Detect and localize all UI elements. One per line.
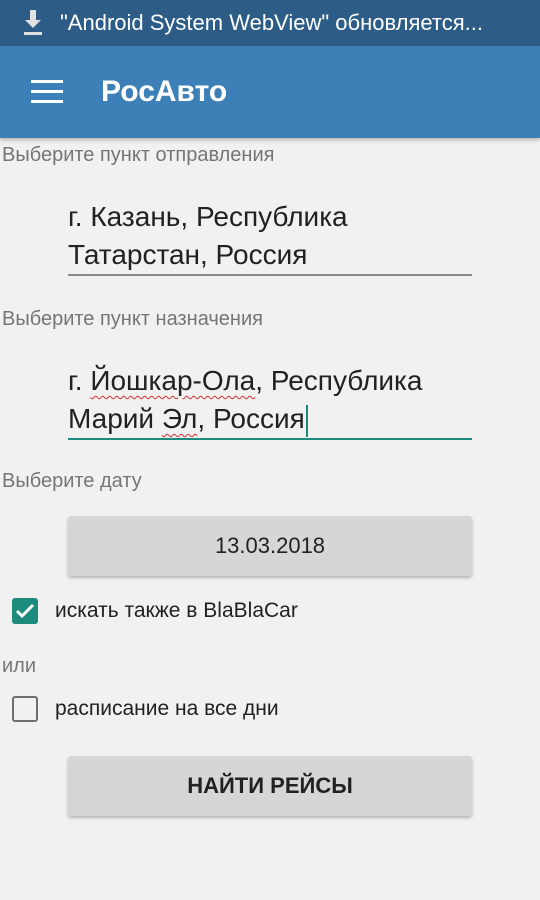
status-bar: "Android System WebView" обновляется...: [0, 0, 540, 46]
destination-text-prefix-2: Марий: [68, 403, 162, 434]
blablacar-label: искать также в BlaBlaCar: [55, 599, 298, 622]
destination-line-1: г. Йошкар-Ола, Республика: [68, 362, 472, 400]
destination-input[interactable]: г. Йошкар-Ола, Республика Марий Эл, Росс…: [68, 362, 472, 442]
date-picker-button[interactable]: 13.03.2018: [68, 516, 472, 576]
destination-text-suffix-2: , Россия: [197, 403, 305, 434]
all-days-label: расписание на все дни: [55, 697, 279, 720]
departure-label: Выберите пункт отправления: [2, 144, 275, 166]
text-cursor: [305, 404, 308, 437]
destination-label: Выберите пункт назначения: [2, 308, 263, 330]
download-icon: [20, 8, 46, 38]
destination-text-suffix: , Республика: [255, 365, 423, 396]
app-title: РосАвто: [101, 75, 228, 108]
app-bar: РосАвто: [0, 46, 540, 138]
departure-underline: [68, 274, 472, 276]
checkmark-icon: [15, 603, 35, 619]
blablacar-checkbox[interactable]: [12, 598, 38, 624]
departure-line-2: Татарстан, Россия: [68, 239, 308, 270]
date-label: Выберите дату: [2, 470, 142, 492]
all-days-checkbox[interactable]: [12, 696, 38, 722]
departure-input[interactable]: г. Казань, Республика Татарстан, Россия: [68, 198, 472, 278]
notification-text: "Android System WebView" обновляется...: [60, 10, 483, 35]
blablacar-checkbox-row[interactable]: искать также в BlaBlaCar: [12, 598, 298, 624]
or-text: или: [2, 655, 37, 677]
destination-city-word: Йошкар-Ола: [90, 365, 256, 396]
destination-line-2: Марий Эл, Россия: [68, 400, 472, 438]
destination-text-prefix: г.: [68, 365, 91, 396]
departure-line-1: г. Казань, Республика: [68, 201, 348, 232]
hamburger-menu-icon[interactable]: [31, 80, 63, 104]
all-days-checkbox-row[interactable]: расписание на все дни: [12, 696, 279, 722]
destination-region-word: Эл: [161, 403, 198, 434]
find-routes-button[interactable]: НАЙТИ РЕЙСЫ: [68, 756, 472, 816]
destination-underline: [68, 438, 472, 440]
